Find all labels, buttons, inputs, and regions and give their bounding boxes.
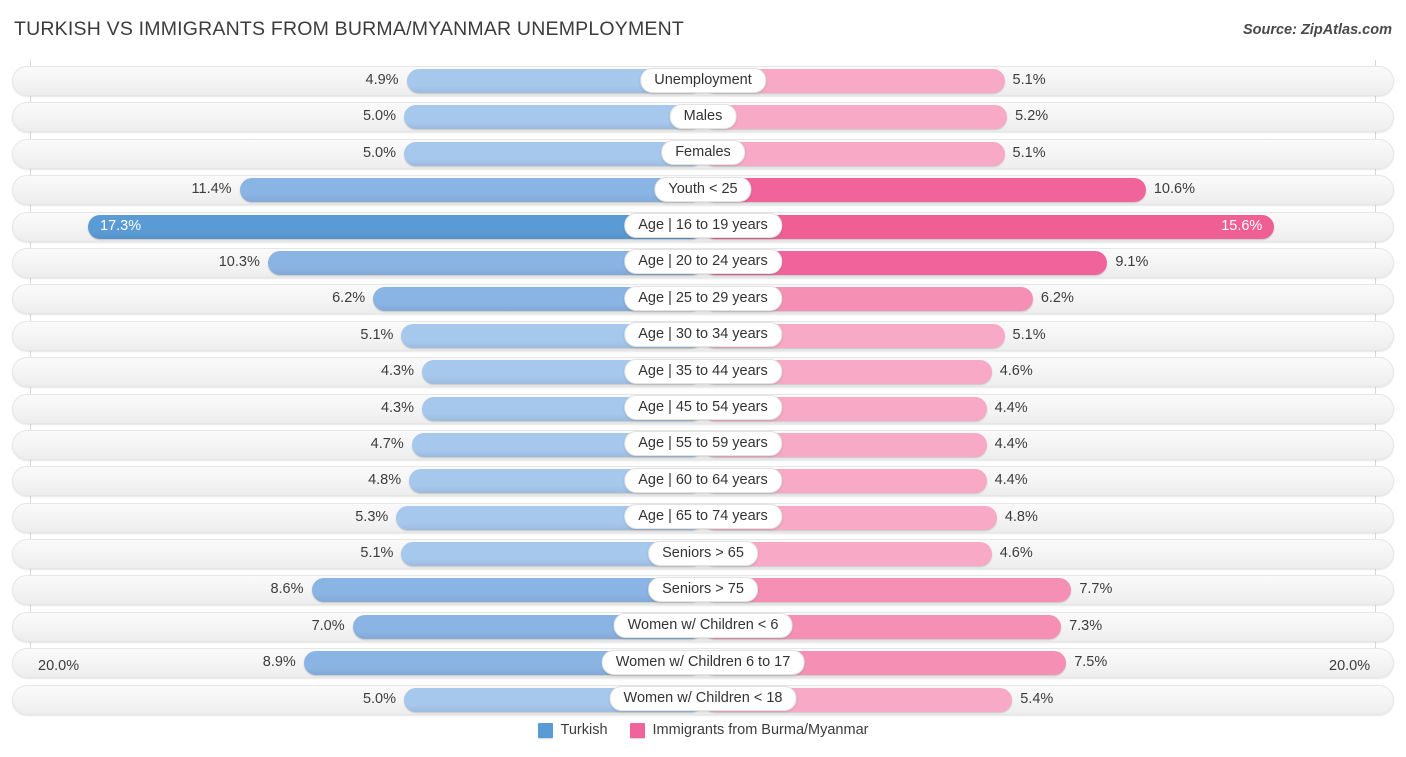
- value-label-turkish: 5.1%: [360, 545, 394, 562]
- value-label-immigrants: 15.6%: [1221, 217, 1263, 234]
- value-label-immigrants: 4.4%: [994, 399, 1028, 416]
- axis-label-right: 20.0%: [1329, 658, 1371, 674]
- bar-immigrants: [703, 214, 1275, 239]
- value-label-immigrants: 10.6%: [1153, 181, 1195, 198]
- category-label: Age | 55 to 59 years: [624, 431, 782, 457]
- bar-turkish: [311, 578, 703, 603]
- category-label: Age | 20 to 24 years: [624, 249, 782, 275]
- value-label-immigrants: 4.6%: [999, 363, 1033, 380]
- chart-row: 5.3% 4.8% Age | 65 to 74 years: [0, 501, 1406, 537]
- chart-row: 5.1% 4.6% Seniors > 65: [0, 537, 1406, 573]
- value-label-immigrants: 5.2%: [1015, 108, 1049, 125]
- value-label-turkish: 11.4%: [191, 181, 232, 198]
- category-label: Age | 35 to 44 years: [624, 358, 782, 384]
- bar-immigrants: [703, 105, 1008, 130]
- value-label-immigrants: 9.1%: [1115, 253, 1149, 270]
- value-label-immigrants: 5.1%: [1012, 144, 1046, 161]
- chart-row: 10.3% 9.1% Age | 20 to 24 years: [0, 246, 1406, 282]
- category-label: Women w/ Children < 6: [613, 613, 793, 639]
- chart-row: 4.9% 5.1% Unemployment: [0, 64, 1406, 100]
- legend-item: Immigrants from Burma/Myanmar: [629, 722, 869, 738]
- bar-turkish: [404, 141, 703, 166]
- value-label-immigrants: 7.7%: [1079, 581, 1113, 598]
- category-label: Age | 65 to 74 years: [624, 504, 782, 530]
- value-label-turkish: 5.3%: [355, 508, 389, 525]
- legend-label: Turkish: [560, 722, 608, 738]
- value-label-turkish: 4.3%: [380, 399, 414, 416]
- bar-immigrants: [703, 578, 1072, 603]
- value-label-turkish: 17.3%: [100, 217, 142, 234]
- category-label: Age | 25 to 29 years: [624, 285, 782, 311]
- legend-item: Turkish: [537, 722, 608, 738]
- value-label-turkish: 4.9%: [365, 72, 399, 88]
- value-label-turkish: 4.3%: [380, 363, 414, 380]
- bar-turkish: [239, 178, 703, 203]
- category-label: Age | 45 to 54 years: [624, 395, 782, 421]
- category-label: Women w/ Children 6 to 17: [601, 649, 805, 675]
- bar-immigrants: [703, 178, 1146, 203]
- chart-row: 4.3% 4.6% Age | 35 to 44 years: [0, 355, 1406, 391]
- category-label: Age | 16 to 19 years: [624, 213, 782, 239]
- value-label-turkish: 5.1%: [360, 326, 394, 343]
- value-label-immigrants: 5.1%: [1012, 326, 1046, 343]
- chart-row: 4.3% 4.4% Age | 45 to 54 years: [0, 392, 1406, 428]
- value-label-turkish: 4.7%: [370, 435, 404, 452]
- category-label: Females: [661, 140, 745, 166]
- value-label-immigrants: 7.3%: [1069, 617, 1103, 634]
- chart-row: 5.0% 5.1% Females: [0, 137, 1406, 173]
- value-label-turkish: 5.0%: [362, 108, 396, 125]
- value-label-turkish: 7.0%: [311, 617, 345, 634]
- category-label: Women w/ Children < 18: [609, 686, 797, 712]
- bar-immigrants: [703, 141, 1005, 166]
- category-label: Age | 30 to 34 years: [624, 322, 782, 348]
- legend-swatch-icon: [629, 722, 645, 738]
- bar-turkish: [404, 105, 703, 130]
- value-label-immigrants: 5.4%: [1020, 690, 1054, 707]
- value-label-turkish: 5.0%: [362, 144, 396, 161]
- value-label-immigrants: 5.1%: [1012, 72, 1046, 88]
- category-label: Unemployment: [640, 67, 766, 93]
- source-attribution: Source: ZipAtlas.com: [1242, 22, 1392, 38]
- category-label: Seniors > 75: [648, 576, 758, 602]
- chart-row: 8.6% 7.7% Seniors > 75: [0, 573, 1406, 609]
- chart-legend: Turkish Immigrants from Burma/Myanmar: [0, 722, 1406, 738]
- chart-row: 17.3% 15.6% Age | 16 to 19 years: [0, 210, 1406, 246]
- value-label-turkish: 5.0%: [362, 690, 396, 707]
- legend-swatch-icon: [537, 722, 553, 738]
- chart-plot-area: 4.9% 5.1% Unemployment 5.0% 5.2% Males 5.0% 5.1…: [0, 60, 1406, 715]
- chart-row: 7.0% 7.3% Women w/ Children < 6: [0, 610, 1406, 646]
- category-label: Age | 60 to 64 years: [624, 467, 782, 493]
- chart-row: 5.1% 5.1% Age | 30 to 34 years: [0, 319, 1406, 355]
- value-label-immigrants: 6.2%: [1040, 290, 1074, 307]
- chart-row: 4.7% 4.4% Age | 55 to 59 years: [0, 428, 1406, 464]
- value-label-turkish: 6.2%: [332, 290, 366, 307]
- value-label-immigrants: 4.4%: [994, 435, 1028, 452]
- page-title: TURKISH VS IMMIGRANTS FROM BURMA/MYANMAR…: [14, 18, 685, 40]
- axis-label-left: 20.0%: [38, 658, 80, 674]
- category-label: Youth < 25: [654, 176, 752, 202]
- chart-row: 5.0% 5.4% Women w/ Children < 18: [0, 683, 1406, 719]
- chart-rows: 4.9% 5.1% Unemployment 5.0% 5.2% Males 5.0% 5.1…: [0, 64, 1406, 719]
- category-label: Males: [669, 103, 737, 129]
- value-label-turkish: 4.8%: [368, 472, 402, 489]
- bar-turkish: [88, 214, 703, 239]
- value-label-immigrants: 4.4%: [994, 472, 1028, 489]
- value-label-turkish: 10.3%: [218, 253, 260, 270]
- value-label-immigrants: 4.8%: [1004, 508, 1038, 525]
- value-label-immigrants: 4.6%: [999, 545, 1033, 562]
- chart-row: 5.0% 5.2% Males: [0, 100, 1406, 136]
- chart-row: 4.8% 4.4% Age | 60 to 64 years: [0, 464, 1406, 500]
- value-label-turkish: 8.6%: [270, 581, 304, 598]
- chart-row: 6.2% 6.2% Age | 25 to 29 years: [0, 282, 1406, 318]
- category-label: Seniors > 65: [648, 540, 758, 566]
- legend-label: Immigrants from Burma/Myanmar: [652, 722, 869, 738]
- chart-row: 11.4% 10.6% Youth < 25: [0, 173, 1406, 209]
